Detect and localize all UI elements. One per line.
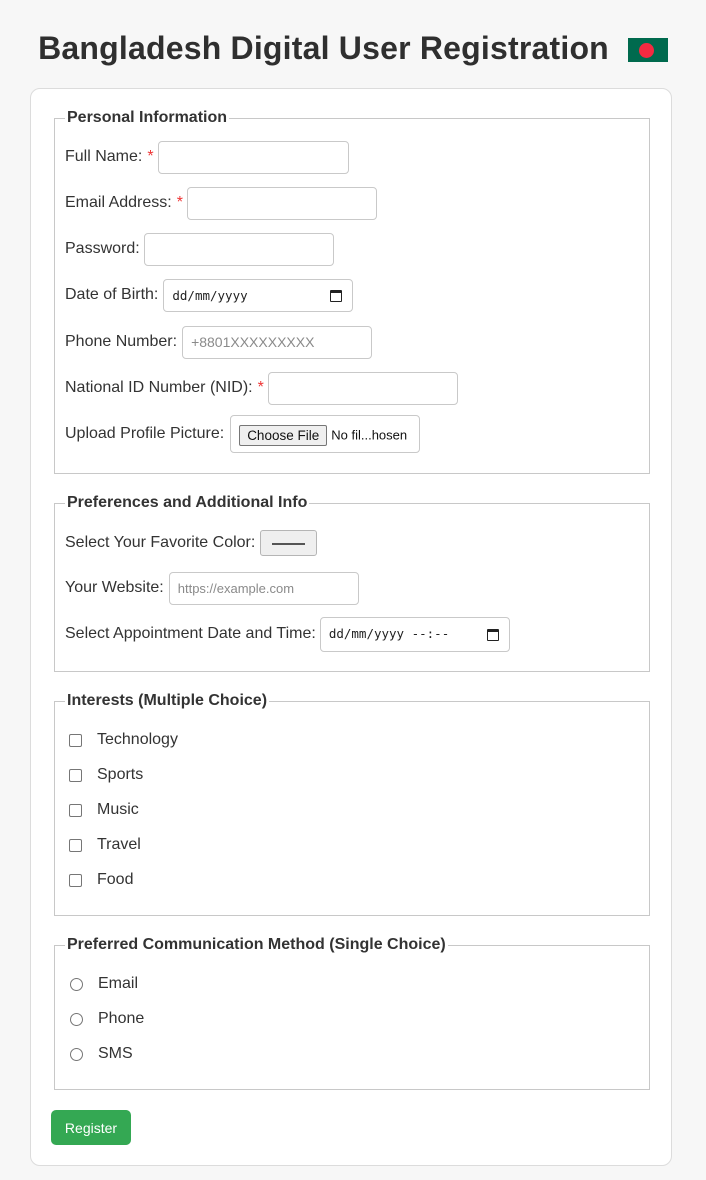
dob-row: Date of Birth: dd/mm/yyyy xyxy=(65,278,354,312)
communication-option[interactable]: Phone xyxy=(70,1010,144,1028)
register-button[interactable]: Register xyxy=(51,1110,131,1145)
dob-value: dd/mm/yyyy xyxy=(172,287,248,303)
email-label: Email Address: xyxy=(65,194,172,211)
page-header: Bangladesh Digital User Registration xyxy=(0,26,706,70)
file-status: No fil...hosen xyxy=(331,427,408,443)
nid-row: National ID Number (NID): * xyxy=(65,371,458,405)
communication-legend: Preferred Communication Method (Single C… xyxy=(65,936,448,954)
color-row: Select Your Favorite Color: xyxy=(65,526,318,560)
interest-option[interactable]: Music xyxy=(69,801,139,819)
personal-info-legend: Personal Information xyxy=(65,109,230,127)
interest-label: Food xyxy=(97,871,134,888)
appointment-row: Select Appointment Date and Time: dd/mm/… xyxy=(65,616,510,652)
interest-label: Music xyxy=(97,801,139,818)
password-label: Password: xyxy=(65,240,140,257)
interest-option[interactable]: Travel xyxy=(69,836,141,854)
checkbox[interactable] xyxy=(69,733,82,747)
interest-option[interactable]: Food xyxy=(69,871,133,889)
nid-input[interactable] xyxy=(267,371,458,405)
communication-label: SMS xyxy=(98,1045,133,1062)
nid-label: National ID Number (NID): xyxy=(65,379,253,396)
communication-label: Email xyxy=(98,975,139,992)
interest-option[interactable]: Technology xyxy=(69,731,178,749)
appointment-label: Select Appointment Date and Time: xyxy=(65,625,316,642)
full-name-label: Full Name: xyxy=(65,148,143,165)
color-label: Select Your Favorite Color: xyxy=(65,534,256,551)
interest-label: Technology xyxy=(97,731,178,748)
checkbox[interactable] xyxy=(69,768,82,782)
preferences-fieldset: Preferences and Additional Info Select Y… xyxy=(54,494,650,672)
appointment-input[interactable]: dd/mm/yyyy --:-- xyxy=(319,616,510,652)
password-row: Password: xyxy=(65,232,334,266)
calendar-icon[interactable] xyxy=(486,628,499,641)
interest-option[interactable]: Sports xyxy=(69,766,143,784)
checkbox[interactable] xyxy=(69,838,82,852)
email-input[interactable] xyxy=(186,186,377,220)
preferences-legend: Preferences and Additional Info xyxy=(65,494,310,512)
radio-button[interactable] xyxy=(70,1012,83,1026)
radio-button[interactable] xyxy=(70,1047,83,1061)
required-mark: * xyxy=(147,148,154,165)
flag-disc xyxy=(638,42,654,58)
profile-picture-input[interactable]: Choose File No fil...hosen xyxy=(230,415,421,453)
choose-file-button[interactable]: Choose File xyxy=(239,424,328,446)
color-picker[interactable] xyxy=(260,530,318,556)
registration-form: Personal Information Full Name: * Email … xyxy=(30,88,672,1166)
interests-fieldset: Interests (Multiple Choice) Technology S… xyxy=(54,692,650,916)
interest-label: Sports xyxy=(97,766,144,783)
required-mark: * xyxy=(257,379,264,396)
interest-label: Travel xyxy=(97,836,141,853)
interests-legend: Interests (Multiple Choice) xyxy=(65,692,270,710)
personal-info-fieldset: Personal Information Full Name: * Email … xyxy=(54,109,650,474)
color-swatch xyxy=(272,543,306,545)
dob-label: Date of Birth: xyxy=(65,286,159,303)
phone-input[interactable]: +8801XXXXXXXXX xyxy=(182,325,373,359)
calendar-icon[interactable] xyxy=(330,289,343,302)
page-title: Bangladesh Digital User Registration xyxy=(38,29,609,66)
password-input[interactable] xyxy=(143,232,334,266)
full-name-input[interactable] xyxy=(157,140,349,174)
phone-label: Phone Number: xyxy=(65,333,178,350)
communication-option[interactable]: SMS xyxy=(70,1045,133,1063)
radio-button[interactable] xyxy=(70,977,83,991)
communication-option[interactable]: Email xyxy=(70,975,138,993)
appointment-value: dd/mm/yyyy --:-- xyxy=(328,625,450,641)
dob-input[interactable]: dd/mm/yyyy xyxy=(163,278,354,312)
profile-picture-label: Upload Profile Picture: xyxy=(65,425,225,442)
checkbox[interactable] xyxy=(69,803,82,817)
communication-label: Phone xyxy=(98,1010,145,1027)
website-input[interactable]: https://example.com xyxy=(168,571,359,605)
website-row: Your Website: https://example.com xyxy=(65,571,359,605)
profile-picture-row: Upload Profile Picture: Choose File No fi… xyxy=(65,415,421,453)
bangladesh-flag-icon xyxy=(627,38,668,62)
required-mark: * xyxy=(176,194,183,211)
full-name-row: Full Name: * xyxy=(65,140,349,174)
checkbox[interactable] xyxy=(69,873,82,887)
email-row: Email Address: * xyxy=(65,186,377,220)
phone-row: Phone Number: +8801XXXXXXXXX xyxy=(65,325,373,359)
website-label: Your Website: xyxy=(65,579,164,596)
communication-fieldset: Preferred Communication Method (Single C… xyxy=(54,936,650,1090)
